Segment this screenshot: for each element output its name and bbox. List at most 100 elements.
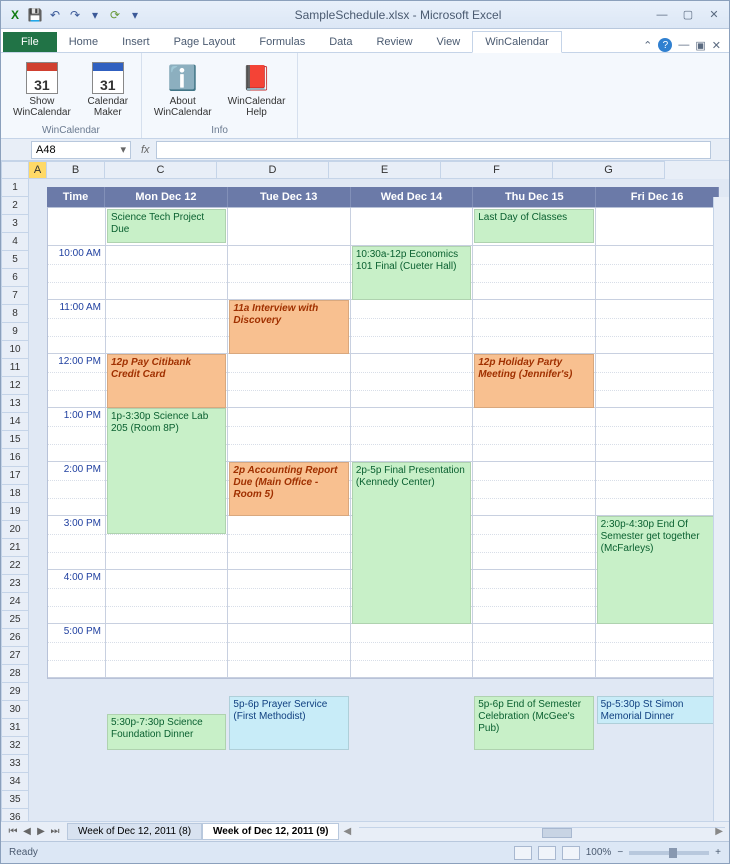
row-header-33[interactable]: 33: [1, 755, 29, 773]
row-header-24[interactable]: 24: [1, 593, 29, 611]
calendar-maker-button[interactable]: 31 Calendar Maker: [83, 60, 133, 120]
sheet-nav-last-icon[interactable]: ⏭: [49, 826, 61, 837]
calendar-event[interactable]: 12p Holiday Party Meeting (Jennifer's): [474, 354, 593, 408]
calendar-event[interactable]: 5p-5:30p St Simon Memorial Dinner: [597, 696, 716, 724]
row-header-12[interactable]: 12: [1, 377, 29, 395]
doc-close-icon[interactable]: ✕: [712, 39, 721, 52]
namebox-dropdown-icon[interactable]: ▾: [120, 143, 126, 156]
sheet-nav-next-icon[interactable]: ▶: [35, 826, 47, 837]
row-header-9[interactable]: 9: [1, 323, 29, 341]
name-box[interactable]: A48 ▾: [31, 141, 131, 159]
calendar-event[interactable]: 2:30p-4:30p End Of Semester get together…: [597, 516, 716, 624]
tab-wincalendar[interactable]: WinCalendar: [472, 31, 562, 53]
allday-event[interactable]: Science Tech Project Due: [107, 209, 226, 243]
fx-label[interactable]: fx: [135, 144, 156, 156]
view-page-layout-button[interactable]: [538, 846, 556, 860]
sheet-tab-1[interactable]: Week of Dec 12, 2011 (8): [67, 823, 202, 840]
help-icon[interactable]: ?: [658, 38, 672, 52]
column-header-C[interactable]: C: [105, 161, 217, 179]
tab-page-layout[interactable]: Page Layout: [162, 32, 248, 52]
zoom-in-button[interactable]: +: [715, 847, 721, 858]
sheet-nav-first-icon[interactable]: ⏮: [7, 826, 19, 837]
row-header-15[interactable]: 15: [1, 431, 29, 449]
row-header-25[interactable]: 25: [1, 611, 29, 629]
row-header-1[interactable]: 1: [1, 179, 29, 197]
row-header-18[interactable]: 18: [1, 485, 29, 503]
column-header-E[interactable]: E: [329, 161, 441, 179]
calendar-event[interactable]: 10:30a-12p Economics 101 Final (Cueter H…: [352, 246, 471, 300]
zoom-slider[interactable]: [629, 851, 709, 855]
calendar-event[interactable]: 5p-6p End of Semester Celebration (McGee…: [474, 696, 593, 750]
tab-home[interactable]: Home: [57, 32, 110, 52]
refresh-icon[interactable]: ⟳: [107, 7, 123, 23]
row-header-4[interactable]: 4: [1, 233, 29, 251]
horizontal-scrollbar[interactable]: ▶: [359, 827, 725, 837]
row-header-34[interactable]: 34: [1, 773, 29, 791]
tab-formulas[interactable]: Formulas: [247, 32, 317, 52]
tab-file[interactable]: File: [3, 32, 57, 52]
grid-body[interactable]: TimeMon Dec 12Tue Dec 13Wed Dec 14Thu De…: [29, 179, 729, 821]
calendar-event[interactable]: 12p Pay Citibank Credit Card: [107, 354, 226, 408]
row-header-13[interactable]: 13: [1, 395, 29, 413]
formula-input[interactable]: [156, 141, 711, 159]
tab-insert[interactable]: Insert: [110, 32, 162, 52]
tab-view[interactable]: View: [425, 32, 473, 52]
row-header-29[interactable]: 29: [1, 683, 29, 701]
row-header-20[interactable]: 20: [1, 521, 29, 539]
allday-event[interactable]: Last Day of Classes: [474, 209, 593, 243]
row-header-31[interactable]: 31: [1, 719, 29, 737]
sheet-tab-2[interactable]: Week of Dec 12, 2011 (9): [202, 823, 339, 840]
row-header-32[interactable]: 32: [1, 737, 29, 755]
select-all-corner[interactable]: [1, 161, 29, 179]
row-header-35[interactable]: 35: [1, 791, 29, 809]
save-icon[interactable]: 💾: [27, 7, 43, 23]
zoom-out-button[interactable]: −: [617, 847, 623, 858]
minimize-ribbon-icon[interactable]: ⌃: [643, 39, 652, 52]
row-header-17[interactable]: 17: [1, 467, 29, 485]
row-header-8[interactable]: 8: [1, 305, 29, 323]
doc-minimize-icon[interactable]: —: [678, 39, 689, 51]
calendar-event[interactable]: 5:30p-7:30p Science Foundation Dinner: [107, 714, 226, 750]
sheet-nav-prev-icon[interactable]: ◀: [21, 826, 33, 837]
view-normal-button[interactable]: [514, 846, 532, 860]
sheet-nav-more-icon[interactable]: ◀: [339, 826, 355, 837]
vertical-scrollbar[interactable]: [713, 197, 729, 821]
row-header-23[interactable]: 23: [1, 575, 29, 593]
calendar-event[interactable]: 1p-3:30p Science Lab 205 (Room 8P): [107, 408, 226, 534]
row-header-2[interactable]: 2: [1, 197, 29, 215]
column-header-F[interactable]: F: [441, 161, 553, 179]
about-wincalendar-button[interactable]: ℹ️ About WinCalendar: [150, 60, 216, 120]
row-header-36[interactable]: 36: [1, 809, 29, 821]
undo-icon[interactable]: ↶: [47, 7, 63, 23]
show-wincalendar-button[interactable]: 31 Show WinCalendar: [9, 60, 75, 120]
row-header-21[interactable]: 21: [1, 539, 29, 557]
row-header-22[interactable]: 22: [1, 557, 29, 575]
row-header-11[interactable]: 11: [1, 359, 29, 377]
maximize-button[interactable]: ▢: [679, 7, 697, 23]
row-header-27[interactable]: 27: [1, 647, 29, 665]
minimize-button[interactable]: —: [653, 7, 671, 23]
row-header-30[interactable]: 30: [1, 701, 29, 719]
row-header-3[interactable]: 3: [1, 215, 29, 233]
wincalendar-help-button[interactable]: 📕 WinCalendar Help: [224, 60, 290, 120]
row-header-28[interactable]: 28: [1, 665, 29, 683]
row-header-26[interactable]: 26: [1, 629, 29, 647]
row-header-7[interactable]: 7: [1, 287, 29, 305]
row-header-14[interactable]: 14: [1, 413, 29, 431]
qat-dropdown-icon[interactable]: ▾: [87, 7, 103, 23]
doc-restore-icon[interactable]: ▣: [695, 39, 705, 52]
row-header-5[interactable]: 5: [1, 251, 29, 269]
redo-icon[interactable]: ↷: [67, 7, 83, 23]
tab-data[interactable]: Data: [317, 32, 364, 52]
qat-more-icon[interactable]: ▾: [127, 7, 143, 23]
view-page-break-button[interactable]: [562, 846, 580, 860]
row-header-19[interactable]: 19: [1, 503, 29, 521]
calendar-event[interactable]: 2p Accounting Report Due (Main Office - …: [229, 462, 348, 516]
column-header-G[interactable]: G: [553, 161, 665, 179]
calendar-event[interactable]: 11a Interview with Discovery: [229, 300, 348, 354]
zoom-level[interactable]: 100%: [586, 847, 612, 858]
calendar-event[interactable]: 5p-6p Prayer Service (First Methodist): [229, 696, 348, 750]
column-header-A[interactable]: A: [29, 161, 47, 179]
row-header-6[interactable]: 6: [1, 269, 29, 287]
column-header-B[interactable]: B: [47, 161, 105, 179]
